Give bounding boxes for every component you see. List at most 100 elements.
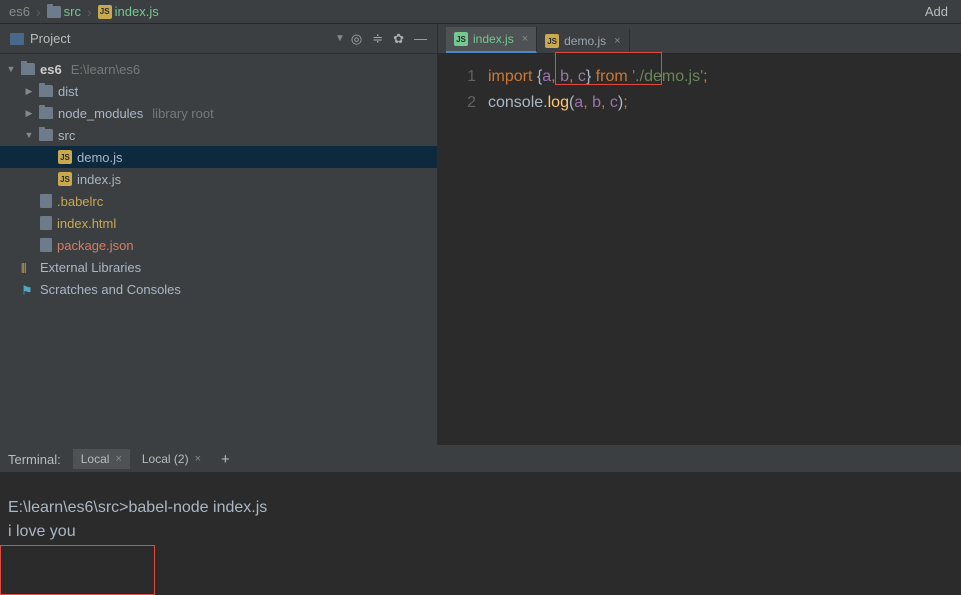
tab-label: index.js [473, 32, 514, 46]
close-icon[interactable]: × [195, 453, 201, 465]
string: './demo.js' [632, 68, 703, 85]
jsfile-icon: JS [58, 150, 72, 164]
tab-label: Local [81, 452, 110, 466]
breadcrumb-label: src [64, 4, 81, 19]
add-terminal-button[interactable]: + [213, 451, 238, 468]
folder-icon [39, 107, 53, 119]
kw-from: from [596, 68, 628, 85]
jsfile-icon: JS [454, 32, 468, 46]
tree-label: index.html [57, 216, 116, 231]
tree-root[interactable]: ▼ es6 E:\learn\es6 [0, 58, 437, 80]
ident: console [488, 94, 543, 111]
terminal-tabbar: Terminal: Local × Local (2) × + [0, 446, 961, 472]
crumb-file[interactable]: JS index.js [94, 4, 163, 19]
tree-folder-dist[interactable]: ▶ dist [0, 80, 437, 102]
terminal-prompt: E:\learn\es6\src> [8, 499, 129, 516]
terminal-line: E:\learn\es6\src>babel-node index.js [8, 496, 953, 520]
expand-icon[interactable]: ≑ [372, 31, 383, 47]
tree-label: index.js [77, 172, 121, 187]
code-line: import {a, b, c} from './demo.js'; [488, 64, 961, 90]
file-icon [40, 238, 52, 252]
tree-path: E:\learn\es6 [71, 62, 140, 77]
line-gutter: 1 2 [438, 64, 488, 445]
close-icon[interactable]: × [115, 453, 121, 465]
tree-file-demo[interactable]: JS demo.js [0, 146, 437, 168]
terminal-panel: Terminal: Local × Local (2) × + E:\learn… [0, 445, 961, 590]
tree-file-index[interactable]: JS index.js [0, 168, 437, 190]
breadcrumb-label: index.js [115, 4, 159, 19]
tree-folder-src[interactable]: ▼ src [0, 124, 437, 146]
tab-label: Local (2) [142, 452, 189, 466]
terminal-cmd: babel-node index.js [129, 499, 268, 516]
tab-label: demo.js [564, 34, 606, 48]
scratch-icon: ⚑ [21, 283, 35, 295]
tree-folder-nodemodules[interactable]: ▶ node_modules library root [0, 102, 437, 124]
tree-external-libs[interactable]: ⫴ External Libraries [0, 256, 437, 278]
tab-index[interactable]: JS index.js × [446, 27, 537, 53]
folder-icon [47, 6, 61, 18]
project-tree: ▼ es6 E:\learn\es6 ▶ dist ▶ node_modules… [0, 54, 437, 445]
breadcrumb-label: es6 [9, 4, 30, 19]
locate-icon[interactable]: ◎ [351, 31, 362, 47]
highlight-box [0, 545, 155, 595]
file-icon [40, 216, 52, 230]
expand-down-icon[interactable]: ▼ [6, 64, 16, 74]
chevron-down-icon[interactable]: ▼ [335, 33, 345, 44]
sidebar-actions: ◎ ≑ ✿ — [351, 31, 427, 47]
library-icon: ⫴ [21, 261, 35, 273]
chevron-right-icon: › [34, 4, 43, 20]
crumb-folder[interactable]: src [43, 4, 85, 19]
tab-demo[interactable]: JS demo.js × [537, 29, 629, 53]
tree-label: Scratches and Consoles [40, 282, 181, 297]
terminal-body[interactable]: E:\learn\es6\src>babel-node index.js i l… [0, 472, 961, 590]
folder-icon [21, 63, 35, 75]
terminal-tab-local[interactable]: Local × [73, 449, 130, 469]
jsfile-icon: JS [98, 5, 112, 19]
ident: a [542, 68, 551, 85]
code-line: console.log(a, b, c); [488, 90, 961, 116]
jsfile-icon: JS [58, 172, 72, 186]
hide-icon[interactable]: — [414, 31, 427, 46]
tree-label: .babelrc [57, 194, 103, 209]
add-button[interactable]: Add [917, 4, 956, 19]
terminal-label: Terminal: [8, 452, 61, 467]
line-number: 1 [438, 64, 476, 90]
code-content[interactable]: import {a, b, c} from './demo.js'; conso… [488, 64, 961, 445]
tree-hint: library root [152, 106, 213, 121]
terminal-tab-local2[interactable]: Local (2) × [134, 449, 209, 469]
ident: c [578, 68, 586, 85]
tree-label: package.json [57, 238, 134, 253]
terminal-output: i love you [8, 520, 953, 544]
line-number: 2 [438, 90, 476, 116]
expand-right-icon[interactable]: ▶ [24, 108, 34, 119]
editor-tabs: JS index.js × JS demo.js × [438, 24, 961, 54]
tree-label: src [58, 128, 75, 143]
tree-file-babelrc[interactable]: .babelrc [0, 190, 437, 212]
expand-right-icon[interactable]: ▶ [24, 86, 34, 97]
breadcrumb-bar: es6 › src › JS index.js Add [0, 0, 961, 24]
tree-label: es6 [40, 62, 62, 77]
code-editor[interactable]: 1 2 import {a, b, c} from './demo.js'; c… [438, 54, 961, 445]
sidebar-title[interactable]: Project [30, 31, 329, 46]
sidebar-header: Project ▼ ◎ ≑ ✿ — [0, 24, 437, 54]
jsfile-icon: JS [545, 34, 559, 48]
editor-pane: JS index.js × JS demo.js × 1 2 import {a… [438, 24, 961, 445]
fn: log [548, 94, 569, 111]
folder-icon [39, 85, 53, 97]
close-icon[interactable]: × [614, 35, 620, 47]
close-icon[interactable]: × [522, 33, 528, 45]
kw-import: import [488, 68, 532, 85]
ident: b [560, 68, 569, 85]
tree-label: node_modules [58, 106, 143, 121]
expand-down-icon[interactable]: ▼ [24, 130, 34, 140]
tree-file-indexhtml[interactable]: index.html [0, 212, 437, 234]
tree-file-packagejson[interactable]: package.json [0, 234, 437, 256]
tree-scratches[interactable]: ⚑ Scratches and Consoles [0, 278, 437, 300]
project-icon [10, 33, 24, 45]
chevron-right-icon: › [85, 4, 94, 20]
crumb-project[interactable]: es6 [5, 4, 34, 19]
brace: } [586, 68, 591, 85]
tree-label: External Libraries [40, 260, 141, 275]
gear-icon[interactable]: ✿ [393, 31, 404, 47]
file-icon [40, 194, 52, 208]
